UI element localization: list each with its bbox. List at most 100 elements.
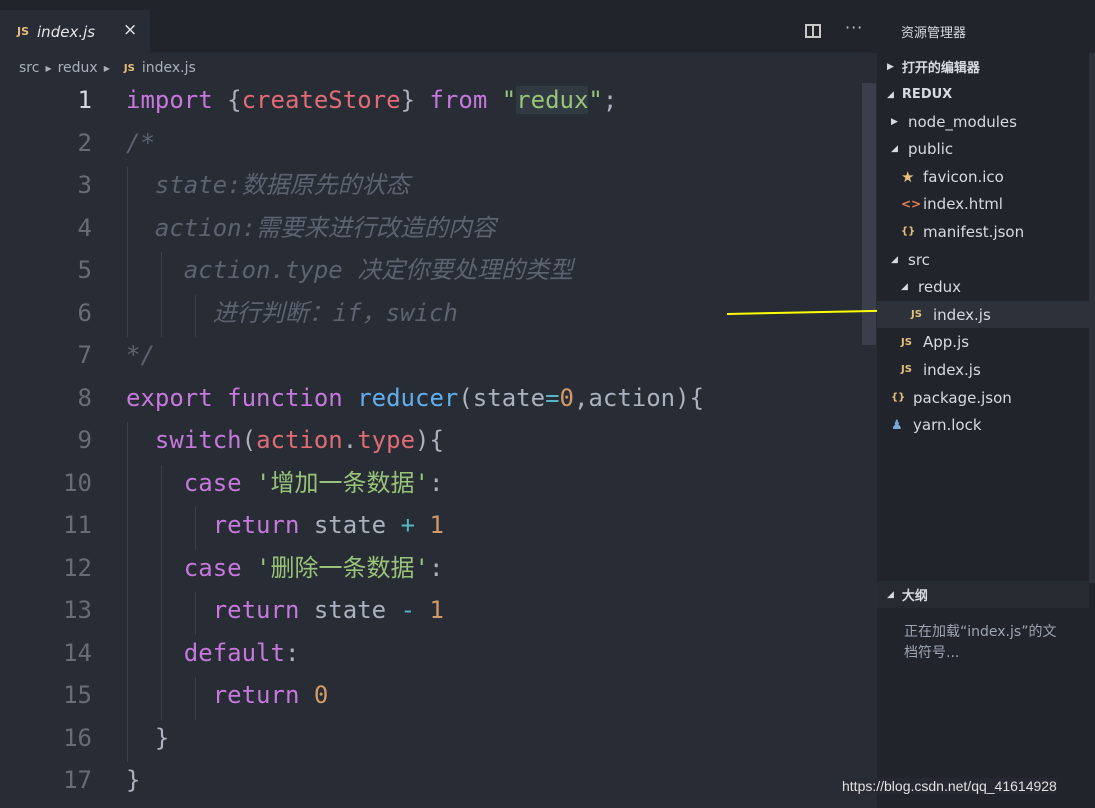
- code-line[interactable]: action:需要来进行改造的内容: [126, 210, 496, 246]
- code-token: state: [299, 596, 401, 624]
- code-token: ,action){: [573, 383, 705, 412]
- line-number: 5: [77, 256, 92, 284]
- code-token: (state: [458, 383, 546, 412]
- code-token: import: [126, 86, 213, 114]
- code-line[interactable]: switch(action.type){: [126, 422, 444, 458]
- code-token: case: [183, 553, 242, 582]
- tree-folder-src[interactable]: ◢ src: [877, 246, 1089, 273]
- code-token: action:需要来进行改造的内容: [126, 213, 497, 242]
- code-token: return: [212, 596, 300, 624]
- json-file-icon: {}: [901, 226, 916, 238]
- code-line[interactable]: return 0: [126, 677, 329, 713]
- project-section[interactable]: ◢ REDUX: [877, 81, 1089, 108]
- tab-label: index.js: [37, 22, 96, 41]
- watermark: https://blog.csdn.net/qq_41614928: [842, 778, 1057, 794]
- breadcrumb: src ▶ redux ▶ JS index.js: [19, 58, 196, 78]
- code-token: =: [545, 383, 560, 412]
- code-token: */: [126, 341, 155, 369]
- breadcrumb-file[interactable]: index.js: [142, 60, 196, 76]
- open-editors-section[interactable]: ▶ 打开的编辑器: [877, 53, 1089, 80]
- line-number: 15: [63, 681, 92, 709]
- code-line[interactable]: return state - 1: [126, 592, 444, 628]
- more-actions-icon[interactable]: ···: [845, 18, 863, 37]
- tree-file[interactable]: JS index.js: [877, 301, 1089, 329]
- code-line[interactable]: }: [126, 720, 169, 756]
- code-line[interactable]: action.type 决定你要处理的类型: [126, 252, 573, 288]
- tree-item-label: favicon.ico: [923, 167, 1004, 186]
- line-number: 14: [63, 638, 92, 667]
- code-token: 1: [429, 511, 444, 539]
- code-token: createStore: [241, 86, 401, 114]
- js-file-icon: JS: [17, 25, 30, 38]
- tree-file[interactable]: {} package.json: [877, 384, 1089, 411]
- code-token: redux: [516, 86, 589, 114]
- code-token: ){: [415, 426, 444, 454]
- tree-item-label: public: [908, 140, 954, 159]
- tree-file[interactable]: ♟ yarn.lock: [877, 412, 1089, 439]
- chevron-right-icon: ▶: [891, 116, 898, 127]
- indent-guide: [195, 507, 196, 550]
- tree-item-label: package.json: [913, 388, 1012, 407]
- code-token: ": [501, 86, 517, 114]
- code-token: (: [241, 426, 257, 454]
- code-token: :: [284, 638, 300, 667]
- code-token: {: [227, 86, 242, 114]
- tab-bar: JS index.js × ···: [0, 0, 877, 53]
- code-token: .: [342, 426, 358, 454]
- code-line[interactable]: case '增加一条数据':: [126, 465, 444, 501]
- yarn-icon: ♟: [891, 417, 903, 433]
- indent-guide: [127, 167, 128, 337]
- tree-file[interactable]: JS index.js: [877, 356, 1089, 383]
- close-icon[interactable]: ×: [123, 20, 137, 40]
- tree-folder-node-modules[interactable]: ▶ node_modules: [877, 108, 1089, 135]
- split-editor-icon[interactable]: [805, 24, 821, 38]
- tree-item-label: index.js: [933, 305, 991, 324]
- code-token: state:数据原先的状态: [126, 171, 410, 199]
- tree-folder-public[interactable]: ◢ public: [877, 136, 1089, 163]
- section-label: REDUX: [901, 87, 953, 102]
- code-line[interactable]: }: [126, 762, 140, 798]
- code-line[interactable]: export function reducer(state=0,action){: [126, 380, 704, 416]
- tree-file[interactable]: {} manifest.json: [877, 218, 1089, 245]
- code-line[interactable]: return state + 1: [126, 507, 444, 543]
- outline-section[interactable]: ◢ 大纲: [877, 581, 1089, 608]
- outline-loading-message: 正在加载“index.js”的文档符号...: [904, 624, 1057, 661]
- tree-item-label: manifest.json: [923, 222, 1025, 241]
- code-token: case: [183, 468, 242, 497]
- code-line[interactable]: */: [126, 337, 155, 373]
- code-token: return: [212, 681, 300, 709]
- line-number: 16: [63, 723, 92, 752]
- tree-file[interactable]: ★ favicon.ico: [877, 163, 1089, 190]
- code-line[interactable]: case '删除一条数据':: [126, 550, 444, 586]
- breadcrumb-redux[interactable]: redux: [58, 60, 98, 76]
- chevron-down-icon: ◢: [887, 89, 894, 100]
- sidebar-scrollbar[interactable]: [1089, 53, 1095, 583]
- line-number: 17: [63, 766, 92, 794]
- code-token: '删除一条数据': [256, 553, 429, 582]
- tree-folder-redux[interactable]: ◢ redux: [877, 274, 1089, 301]
- code-line[interactable]: 进行判断：if，swich: [126, 295, 458, 331]
- code-line[interactable]: import {createStore} from "redux";: [126, 82, 617, 118]
- code-line[interactable]: /*: [126, 125, 155, 161]
- line-number: 2: [77, 128, 92, 157]
- code-token: 0: [559, 383, 574, 412]
- code-line[interactable]: default:: [126, 635, 300, 671]
- line-number: 1: [77, 86, 92, 114]
- code-line[interactable]: state:数据原先的状态: [126, 167, 410, 203]
- explorer-sidebar: 资源管理器 ▶ 打开的编辑器 ◢ REDUX ▶ node_modules ◢ pub…: [877, 0, 1095, 808]
- editor-scrollbar[interactable]: [862, 83, 876, 345]
- tab-index-js[interactable]: JS index.js ×: [0, 10, 150, 53]
- code-editor[interactable]: 1 2 3 4 5 6 7 8 9 10 11 12 13 14 15 16 17 import {create…: [0, 80, 862, 808]
- indent-guide: [195, 592, 196, 635]
- tree-file[interactable]: <> index.html: [877, 191, 1089, 218]
- tree-file[interactable]: JS App.js: [877, 329, 1089, 356]
- line-number: 10: [63, 468, 92, 497]
- indent-guide: [195, 294, 196, 337]
- breadcrumb-src[interactable]: src: [19, 60, 39, 76]
- tree-item-label: node_modules: [908, 112, 1017, 131]
- code-token: '增加一条数据': [256, 468, 429, 497]
